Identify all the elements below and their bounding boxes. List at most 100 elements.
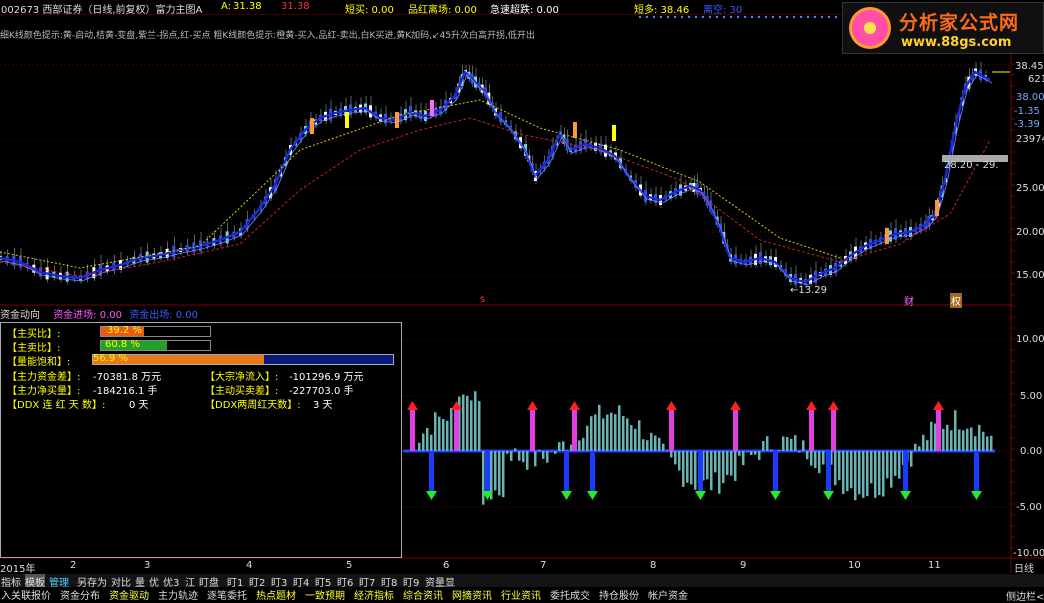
fund-bar [482,451,485,505]
fund-bar [762,441,765,451]
timeline-month-5: 5 [346,560,352,571]
fund-bar [866,451,869,496]
inflow-bar-7 [831,408,836,451]
timeline-year: 2015年 [0,560,35,575]
rapid-drop-readout: 急速超跌: 0.00 [490,1,559,16]
timeline-month-4: 4 [246,560,252,571]
fund-bar [610,413,613,451]
price-label-5: -3.39 [1014,119,1040,130]
short-buy-readout: 短买: 0.00 [345,1,394,16]
fund-bar [450,408,453,451]
outflow-bar-0 [429,451,434,491]
saturation-label: 【量能饱和】: [7,353,70,368]
fund-bar [850,451,853,488]
fund-bar [506,451,509,454]
timeline-month-3: 3 [144,560,150,571]
fund-bar [566,450,569,451]
fund-bar [670,451,673,457]
price-range-box: 28.20 - 29. [944,160,999,171]
inflow-bar-2 [530,408,535,451]
active-diff-label: 【主动买卖差】: [205,382,278,397]
fund-bar [914,444,917,451]
fund-bar [630,425,633,451]
fund-bar [806,451,809,459]
fund-bar [534,451,537,466]
fund-bar [510,451,513,461]
fund-bar [898,451,901,479]
inflow-arrow-up-icon [730,401,741,410]
stock-title[interactable]: 002673 西部证券（日线,前复权）富力主图A [1,1,202,16]
top-signal-dot [681,16,683,18]
pinhong-exit-readout: 品红离场: 0.00 [408,1,477,16]
fund-bar [798,451,801,453]
ma-yellow-dashed [0,100,840,268]
fund-bar [810,451,813,466]
fund-bar [446,421,449,451]
outflow-arrow-down-icon [770,491,781,500]
inflow-arrow-up-icon [569,401,580,410]
fund-bar [718,451,721,494]
top-signal-dot [709,16,711,18]
top-signal-dot [800,16,802,18]
inflow-arrow-up-icon [666,401,677,410]
fund-bar [870,451,873,483]
indicator-a-value: 31.38 [233,1,262,12]
period-label[interactable]: 日线 [1014,560,1034,575]
fund-bar [982,432,985,451]
fund-bar [890,451,893,488]
inflow-bar-8 [936,408,941,451]
top-signal-dot [821,16,823,18]
inflow-arrow-up-icon [527,401,538,410]
fund-bar [678,451,681,470]
fund-bar [770,450,773,451]
fund-enter-readout: 资金进场: 0.00 [53,310,122,321]
outflow-arrow-down-icon [900,491,911,500]
outflow-bar-4 [698,451,703,491]
inflow-bar-4 [669,408,674,451]
fund-bar [522,451,525,462]
fund-bar [714,451,717,472]
top-signal-dot [737,16,739,18]
inflow-arrow-up-icon [933,401,944,410]
fund-bar [606,415,609,451]
saturation-value: 56.9 % [93,353,128,364]
price-label-6: 23974 [1016,134,1044,145]
fund-bar [842,451,845,494]
fund-bar [578,440,581,451]
signal-candle-5 [612,125,616,141]
fund-bar [910,451,913,467]
inflow-arrow-up-icon [828,401,839,410]
fund-bar [746,451,749,452]
top-signal-dot [772,16,774,18]
fund-bar [626,418,629,451]
net-buy-label: 【主力净买量】: [7,382,80,397]
s-marker[interactable]: s [480,294,485,305]
fund-bar [926,440,929,451]
fund-bar [970,427,973,451]
price-label-4: -1.35 [1014,106,1040,117]
fund-bar [666,450,669,451]
outflow-arrow-down-icon [587,491,598,500]
indicator-toolbar: 指标模板管理另存为对比量优优3江盯盘盯1盯2盯3盯4盯5盯6盯7盯8盯9资量显 [0,574,1044,587]
fund-bar [822,451,825,465]
net-capital-value: -70381.8 万元 [93,368,161,383]
fund-bar [538,450,541,451]
logo-title: 分析家公式网 [899,8,1019,35]
short-long-readout: 短多: 38.46 [634,1,689,16]
fund-bar [594,414,597,451]
fund-bar [442,419,445,451]
top-signal-dot [793,16,795,18]
timeline-month-10: 10 [848,560,861,571]
fund-bar [722,451,725,483]
outflow-arrow-down-icon [971,491,982,500]
top-signal-dot [765,16,767,18]
outflow-bar-3 [590,451,595,491]
fund-bar [962,430,965,451]
top-signal-dot [688,16,690,18]
fund-bar [754,451,757,455]
fund-bar [954,410,957,451]
outflow-bar-5 [773,451,778,491]
rights-marker[interactable]: 权 [950,293,962,308]
sidebar-toggle[interactable]: 侧边栏<< [1006,588,1044,603]
finance-marker[interactable]: 财 [904,293,914,308]
